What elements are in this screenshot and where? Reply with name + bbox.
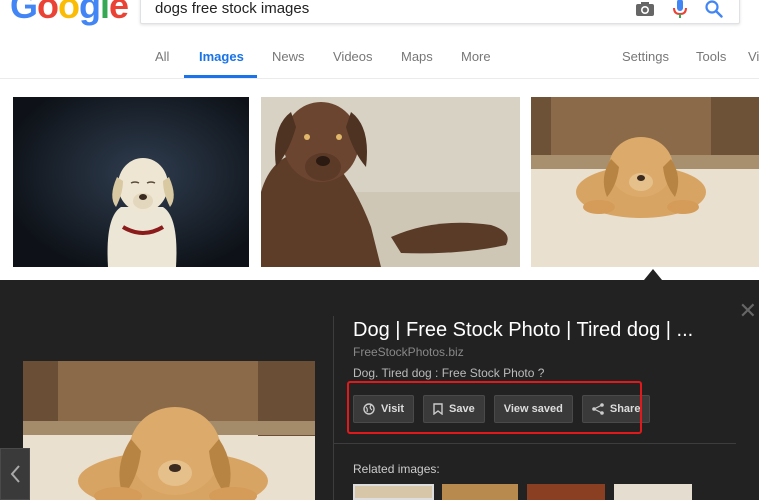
related-image[interactable] xyxy=(353,484,434,500)
actions-highlight-annotation xyxy=(347,381,642,434)
tab-settings[interactable]: Settings xyxy=(622,49,669,64)
tab-all[interactable]: All xyxy=(155,49,169,64)
search-icon[interactable] xyxy=(705,0,723,18)
image-result-chocolate-lab[interactable] xyxy=(261,97,520,267)
image-result-labrador[interactable] xyxy=(13,97,249,267)
related-divider xyxy=(333,443,736,444)
related-image[interactable] xyxy=(442,484,518,500)
chevron-left-icon xyxy=(10,465,20,483)
preview-description: Dog. Tired dog : Free Stock Photo ? xyxy=(353,366,545,380)
preview-title[interactable]: Dog | Free Stock Photo | Tired dog | ... xyxy=(353,317,723,343)
selected-image-caret xyxy=(644,269,662,280)
tab-videos[interactable]: Videos xyxy=(333,49,373,64)
preview-info: Dog | Free Stock Photo | Tired dog | ...… xyxy=(353,317,733,380)
tab-news[interactable]: News xyxy=(272,49,305,64)
image-result-puppy[interactable] xyxy=(531,97,759,267)
search-input[interactable]: dogs free stock images xyxy=(155,0,309,17)
tab-view-saved[interactable]: Vi xyxy=(748,49,759,64)
google-logo[interactable]: Google xyxy=(10,0,129,24)
tab-images[interactable]: Images xyxy=(199,49,244,64)
search-icons xyxy=(635,0,723,19)
search-tabs: All Images News Videos Maps More Setting… xyxy=(0,40,759,78)
related-image[interactable] xyxy=(527,484,605,500)
preview-domain: FreeStockPhotos.biz xyxy=(353,345,464,359)
active-tab-indicator xyxy=(184,75,257,78)
previous-image-button[interactable] xyxy=(0,448,30,500)
image-preview-panel: ✕ Dog | Free Stock Photo | Tired dog | .… xyxy=(0,280,759,500)
search-box[interactable]: dogs free stock images xyxy=(140,0,740,24)
close-icon[interactable]: ✕ xyxy=(739,300,757,322)
preview-image[interactable] xyxy=(23,361,315,500)
microphone-icon[interactable] xyxy=(673,0,687,19)
tab-maps[interactable]: Maps xyxy=(401,49,433,64)
tab-more[interactable]: More xyxy=(461,49,491,64)
related-images-label: Related images: xyxy=(353,462,440,476)
header: Google dogs free stock images All Images… xyxy=(0,0,759,79)
camera-icon[interactable] xyxy=(635,1,655,17)
panel-divider xyxy=(333,316,334,500)
tab-tools[interactable]: Tools xyxy=(696,49,726,64)
related-image[interactable] xyxy=(614,484,692,500)
